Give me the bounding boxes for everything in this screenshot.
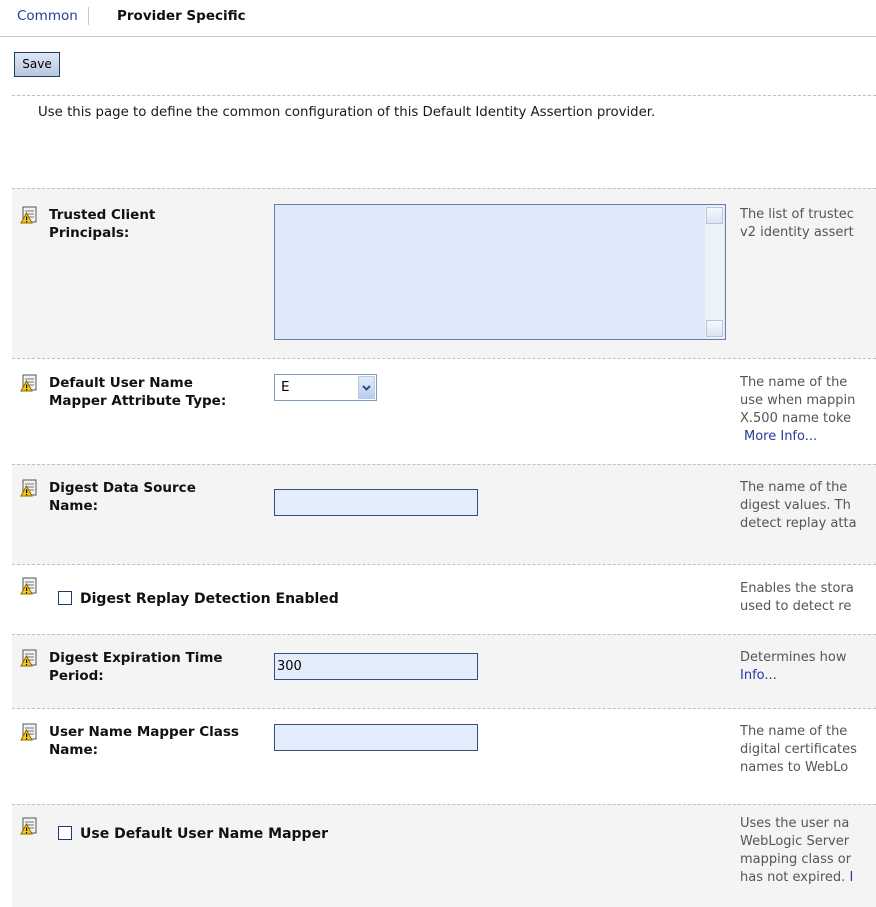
digest-replay-detection-row: Digest Replay Detection Enabled Enables … bbox=[12, 564, 876, 634]
more-info-link[interactable]: More Info... bbox=[744, 429, 817, 444]
use-default-user-name-mapper-row: Use Default User Name Mapper Uses the us… bbox=[12, 804, 876, 907]
chevron-down-icon bbox=[362, 385, 371, 391]
warning-note-icon bbox=[20, 479, 37, 497]
warning-note-icon bbox=[20, 577, 37, 595]
trusted-client-principals-textarea[interactable] bbox=[274, 204, 726, 340]
digest-replay-detection-label: Digest Replay Detection Enabled bbox=[80, 591, 339, 607]
user-name-mapper-class-name-help: The name of the digital certificates nam… bbox=[740, 724, 857, 775]
default-user-name-mapper-attribute-type-row: Default User Name Mapper Attribute Type:… bbox=[12, 358, 876, 464]
use-default-user-name-mapper-label: Use Default User Name Mapper bbox=[80, 826, 328, 842]
divider bbox=[12, 95, 876, 96]
trusted-client-principals-row: Trusted Client Principals: The list of t… bbox=[12, 188, 876, 358]
warning-note-icon bbox=[20, 817, 37, 835]
scroll-down-button[interactable] bbox=[706, 320, 723, 337]
info-link[interactable]: Info... bbox=[740, 668, 777, 683]
use-default-user-name-mapper-checkbox[interactable] bbox=[58, 826, 72, 840]
trusted-client-principals-help: The list of trustec v2 identity assert bbox=[740, 207, 854, 240]
user-name-mapper-class-name-input[interactable] bbox=[274, 724, 478, 751]
textarea-scrollbar[interactable] bbox=[705, 206, 724, 338]
tab-bar: Common Provider Specific bbox=[0, 0, 876, 37]
digest-expiration-time-period-help: Determines how Info... bbox=[740, 650, 847, 683]
use-default-user-name-mapper-help: Uses the user na WebLogic Server mapping… bbox=[740, 816, 854, 885]
digest-data-source-name-row: Digest Data Source Name: The name of the… bbox=[12, 464, 876, 564]
digest-expiration-time-period-row: Digest Expiration Time Period: 300 Deter… bbox=[12, 634, 876, 708]
digest-replay-detection-help: Enables the stora used to detect re bbox=[740, 581, 854, 614]
attribute-type-help: The name of the use when mappin X.500 na… bbox=[740, 375, 856, 444]
user-name-mapper-class-name-row: User Name Mapper Class Name: The name of… bbox=[12, 708, 876, 804]
warning-note-icon bbox=[20, 206, 37, 224]
digest-data-source-name-help: The name of the digest values. Th detect… bbox=[740, 480, 857, 531]
tab-common[interactable]: Common bbox=[17, 7, 89, 25]
save-button[interactable]: Save bbox=[14, 52, 60, 77]
warning-note-icon bbox=[20, 723, 37, 741]
warning-note-icon bbox=[20, 649, 37, 667]
digest-expiration-time-period-input[interactable]: 300 bbox=[274, 653, 478, 680]
digest-expiration-time-period-label: Digest Expiration Time Period: bbox=[49, 650, 223, 684]
digest-replay-detection-checkbox[interactable] bbox=[58, 591, 72, 605]
attribute-type-select[interactable]: E bbox=[274, 374, 377, 401]
attribute-type-selected-value: E bbox=[281, 379, 290, 395]
trusted-client-principals-label: Trusted Client Principals: bbox=[49, 207, 156, 241]
page-intro-text: Use this page to define the common confi… bbox=[38, 105, 656, 120]
warning-note-icon bbox=[20, 374, 37, 392]
more-info-link[interactable]: I bbox=[849, 870, 853, 885]
digest-data-source-name-input[interactable] bbox=[274, 489, 478, 516]
digest-data-source-name-label: Digest Data Source Name: bbox=[49, 480, 196, 514]
user-name-mapper-class-name-label: User Name Mapper Class Name: bbox=[49, 724, 239, 758]
dropdown-button[interactable] bbox=[358, 376, 375, 399]
scroll-up-button[interactable] bbox=[706, 207, 723, 224]
tab-provider-specific[interactable]: Provider Specific bbox=[117, 7, 246, 25]
default-user-name-mapper-attribute-type-label: Default User Name Mapper Attribute Type: bbox=[49, 375, 227, 409]
